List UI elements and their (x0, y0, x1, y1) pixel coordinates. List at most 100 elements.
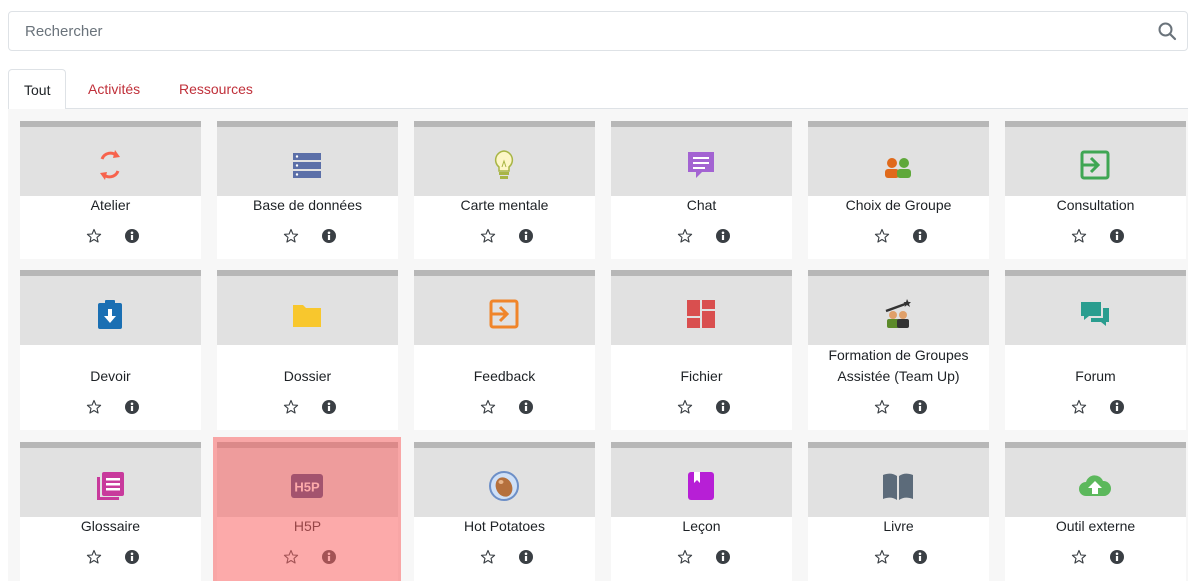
star-icon[interactable] (677, 228, 693, 244)
module-thumbnail (808, 270, 989, 345)
module-thumbnail (808, 442, 989, 517)
module-title: Choix de Groupe (845, 197, 952, 213)
module-thumbnail (414, 442, 595, 517)
module-title: Dossier (283, 368, 332, 384)
module-card-base-de-donnees[interactable]: Base de données (217, 121, 398, 259)
tab-ressources[interactable]: Ressources (179, 69, 253, 109)
module-title: Feedback (473, 368, 536, 384)
assignment-icon (92, 296, 128, 332)
module-thumbnail (1005, 270, 1186, 345)
star-icon[interactable] (480, 549, 496, 565)
module-thumbnail (217, 121, 398, 196)
module-card-dossier[interactable]: Dossier (217, 270, 398, 430)
star-icon[interactable] (283, 399, 299, 415)
h5p-icon: H5P (289, 468, 325, 504)
module-card-choix-de-groupe[interactable]: Choix de Groupe (808, 121, 989, 259)
module-card-formation-de-groupes[interactable]: Formation de Groupes Assistée (Team Up) (808, 270, 989, 430)
star-icon[interactable] (86, 549, 102, 565)
star-icon[interactable] (874, 549, 890, 565)
tab-activites[interactable]: Activités (88, 69, 140, 109)
info-icon[interactable] (716, 229, 730, 243)
info-icon[interactable] (322, 550, 336, 564)
folder-icon (289, 296, 325, 332)
module-thumbnail (611, 121, 792, 196)
module-card-fichier[interactable]: Fichier (611, 270, 792, 430)
module-card-outil-externe[interactable]: Outil externe (1005, 442, 1186, 581)
star-icon[interactable] (677, 549, 693, 565)
module-card-glossaire[interactable]: Glossaire (20, 442, 201, 581)
forum-icon (1077, 296, 1113, 332)
search-box[interactable] (8, 11, 1188, 51)
module-thumbnail (1005, 442, 1186, 517)
info-icon[interactable] (125, 550, 139, 564)
star-icon[interactable] (283, 228, 299, 244)
info-icon[interactable] (519, 400, 533, 414)
star-icon[interactable] (86, 399, 102, 415)
module-card-feedback[interactable]: Feedback (414, 270, 595, 430)
module-title: Glossaire (80, 518, 141, 534)
module-title: Base de données (253, 197, 362, 213)
module-title: Forum (1075, 368, 1116, 384)
module-card-h5p[interactable]: H5P H5P (213, 437, 401, 581)
module-card-livre[interactable]: Livre (808, 442, 989, 581)
info-icon[interactable] (1110, 550, 1124, 564)
info-icon[interactable] (716, 550, 730, 564)
lesson-icon (683, 468, 719, 504)
module-title: Consultation (1056, 197, 1135, 213)
module-card-hot-potatoes[interactable]: Hot Potatoes (414, 442, 595, 581)
module-title: Formation de Groupes Assistée (Team Up) (828, 347, 969, 384)
info-icon[interactable] (125, 229, 139, 243)
info-icon[interactable] (519, 550, 533, 564)
module-card-carte-mentale[interactable]: Carte mentale (414, 121, 595, 259)
info-icon[interactable] (716, 400, 730, 414)
module-thumbnail (20, 121, 201, 196)
feedback-icon (486, 296, 522, 332)
module-card-lecon[interactable]: Leçon (611, 442, 792, 581)
star-icon[interactable] (480, 228, 496, 244)
info-icon[interactable] (913, 229, 927, 243)
svg-text:H5P: H5P (294, 480, 320, 495)
module-card-atelier[interactable]: Atelier (20, 121, 201, 259)
tab-tout[interactable]: Tout (8, 69, 67, 110)
star-icon[interactable] (1071, 549, 1087, 565)
module-card-consultation[interactable]: Consultation (1005, 121, 1186, 259)
module-title: H5P (293, 518, 322, 534)
module-thumbnail (611, 442, 792, 517)
info-icon[interactable] (1110, 400, 1124, 414)
search-icon[interactable] (1157, 21, 1177, 41)
info-icon[interactable] (322, 400, 336, 414)
module-title: Chat (686, 197, 717, 213)
star-icon[interactable] (1071, 228, 1087, 244)
module-card-devoir[interactable]: Devoir (20, 270, 201, 430)
glossary-icon (92, 468, 128, 504)
module-thumbnail (217, 270, 398, 345)
star-icon[interactable] (480, 399, 496, 415)
module-thumbnail (20, 270, 201, 345)
book-icon (880, 468, 916, 504)
module-title: Leçon (682, 518, 721, 534)
external-tool-icon (1077, 468, 1113, 504)
star-icon[interactable] (283, 549, 299, 565)
consultation-icon (1077, 147, 1113, 183)
file-icon (683, 296, 719, 332)
info-icon[interactable] (913, 550, 927, 564)
module-title: Hot Potatoes (464, 518, 545, 534)
info-icon[interactable] (519, 229, 533, 243)
info-icon[interactable] (1110, 229, 1124, 243)
search-input[interactable] (9, 12, 1139, 50)
module-grid: Atelier Base de données Carte mentale Chat C… (8, 109, 1188, 581)
star-icon[interactable] (874, 399, 890, 415)
star-icon[interactable] (677, 399, 693, 415)
info-icon[interactable] (125, 400, 139, 414)
module-card-forum[interactable]: Forum (1005, 270, 1186, 430)
module-thumbnail (1005, 121, 1186, 196)
info-icon[interactable] (322, 229, 336, 243)
module-title: Outil externe (1055, 518, 1136, 534)
star-icon[interactable] (86, 228, 102, 244)
module-title: Atelier (90, 197, 131, 213)
info-icon[interactable] (913, 400, 927, 414)
star-icon[interactable] (1071, 399, 1087, 415)
module-title: Carte mentale (460, 197, 549, 213)
star-icon[interactable] (874, 228, 890, 244)
module-card-chat[interactable]: Chat (611, 121, 792, 259)
